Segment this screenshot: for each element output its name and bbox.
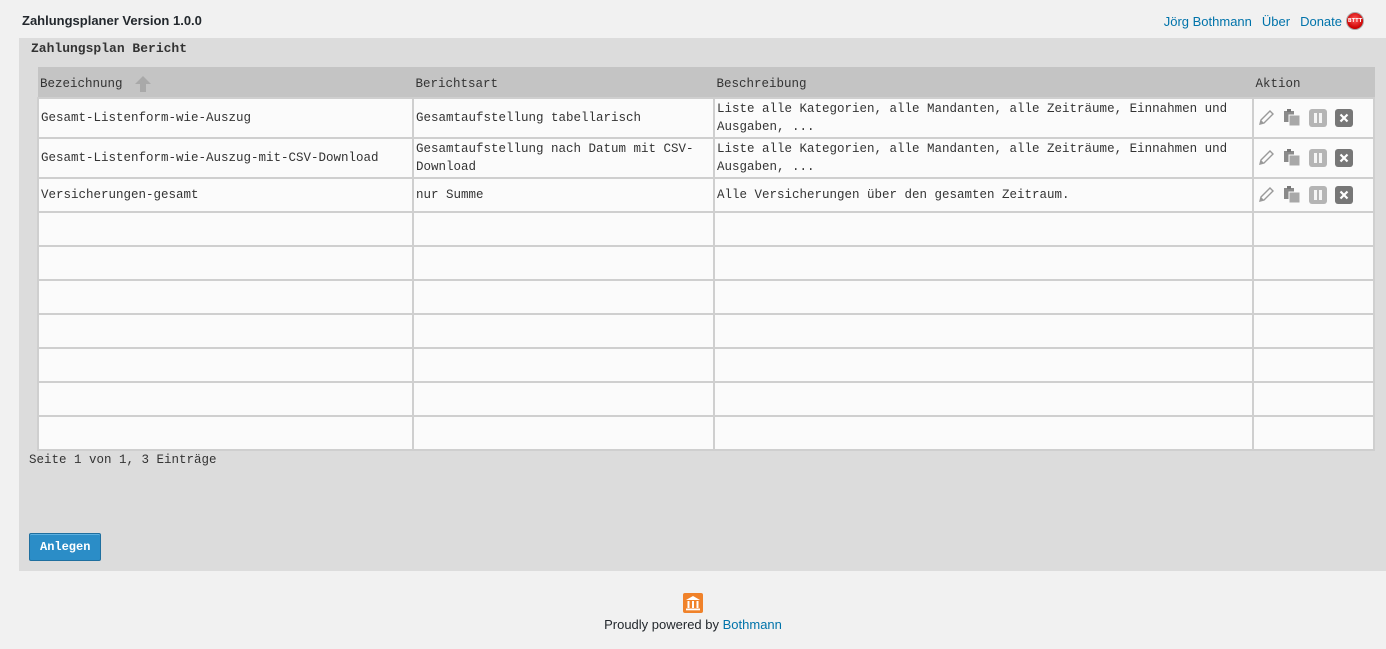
cell-actions bbox=[1252, 137, 1375, 179]
column-header-label: Berichtsart bbox=[415, 77, 499, 91]
pause-icon[interactable] bbox=[1308, 148, 1328, 168]
cell-type: Gesamtaufstellung nach Datum mit CSV-Dow… bbox=[412, 137, 715, 179]
cell-name: Versicherungen-gesamt bbox=[37, 177, 414, 213]
empty-row bbox=[37, 211, 1375, 247]
table-row[interactable]: Versicherungen-gesamt nur Summe Alle Ver… bbox=[37, 177, 1375, 213]
column-header-label: Bezeichnung bbox=[40, 77, 123, 91]
copy-icon[interactable] bbox=[1282, 148, 1302, 168]
author-link[interactable]: Jörg Bothmann bbox=[1164, 14, 1252, 29]
copy-icon[interactable] bbox=[1282, 185, 1302, 205]
pencil-icon[interactable] bbox=[1256, 185, 1276, 205]
table-row[interactable]: Gesamt-Listenform-wie-Auszug-mit-CSV-Dow… bbox=[37, 137, 1375, 179]
empty-row bbox=[37, 347, 1375, 383]
column-header-action: Aktion bbox=[1253, 67, 1375, 98]
close-icon[interactable] bbox=[1334, 148, 1354, 168]
column-header-label: Aktion bbox=[1255, 77, 1301, 91]
table-row[interactable]: Gesamt-Listenform-wie-Auszug Gesamtaufst… bbox=[37, 97, 1375, 139]
column-header-description[interactable]: Beschreibung bbox=[714, 67, 1254, 98]
donate-badge-text: BTTT bbox=[1347, 18, 1363, 24]
top-bar: Zahlungsplaner Version 1.0.0 Jörg Bothma… bbox=[0, 0, 1386, 38]
cell-description: Liste alle Kategorien, alle Mandanten, a… bbox=[713, 137, 1254, 179]
close-icon[interactable] bbox=[1334, 108, 1354, 128]
action-group bbox=[1256, 108, 1371, 128]
donate-badge-icon[interactable]: BTTT bbox=[1346, 12, 1364, 30]
action-group bbox=[1256, 148, 1371, 168]
column-header-type[interactable]: Berichtsart bbox=[413, 67, 715, 98]
donate-link[interactable]: Donate bbox=[1300, 14, 1342, 29]
close-icon[interactable] bbox=[1334, 185, 1354, 205]
empty-row bbox=[37, 245, 1375, 281]
cell-actions bbox=[1252, 97, 1375, 139]
pause-icon[interactable] bbox=[1308, 108, 1328, 128]
top-links: Jörg Bothmann Über Donate BTTT bbox=[1164, 12, 1364, 30]
copy-icon[interactable] bbox=[1282, 108, 1302, 128]
cell-description: Alle Versicherungen über den gesamten Ze… bbox=[713, 177, 1254, 213]
app-title: Zahlungsplaner Version 1.0.0 bbox=[22, 13, 202, 28]
about-link[interactable]: Über bbox=[1262, 14, 1290, 29]
column-header-name[interactable]: Bezeichnung bbox=[38, 67, 414, 98]
arrow-up-icon[interactable] bbox=[134, 75, 152, 93]
pager-info: Seite 1 von 1, 3 Einträge bbox=[29, 453, 217, 467]
cell-actions bbox=[1252, 177, 1375, 213]
report-panel: Zahlungsplan Bericht Bezeichnung Bericht… bbox=[19, 38, 1386, 571]
create-button[interactable]: Anlegen bbox=[29, 533, 102, 561]
footer: Proudly powered by Bothmann bbox=[0, 593, 1386, 632]
pencil-icon[interactable] bbox=[1256, 148, 1276, 168]
footer-link[interactable]: Bothmann bbox=[723, 617, 782, 632]
empty-row bbox=[37, 279, 1375, 315]
cell-type: nur Summe bbox=[412, 177, 715, 213]
footer-text: Proudly powered by bbox=[604, 617, 719, 632]
pause-icon[interactable] bbox=[1308, 185, 1328, 205]
cell-name: Gesamt-Listenform-wie-Auszug bbox=[37, 97, 414, 139]
cell-name: Gesamt-Listenform-wie-Auszug-mit-CSV-Dow… bbox=[37, 137, 414, 179]
cell-type: Gesamtaufstellung tabellarisch bbox=[412, 97, 715, 139]
action-group bbox=[1256, 185, 1371, 205]
bank-icon bbox=[683, 593, 703, 613]
table-header-row: Bezeichnung Berichtsart Beschreibung Akt… bbox=[38, 67, 1375, 98]
empty-row bbox=[37, 313, 1375, 349]
report-table: Bezeichnung Berichtsart Beschreibung Akt… bbox=[37, 67, 1375, 451]
pencil-icon[interactable] bbox=[1256, 108, 1276, 128]
column-header-label: Beschreibung bbox=[716, 77, 807, 91]
cell-description: Liste alle Kategorien, alle Mandanten, a… bbox=[713, 97, 1254, 139]
panel-title: Zahlungsplan Bericht bbox=[31, 41, 188, 56]
empty-row bbox=[37, 381, 1375, 417]
empty-row bbox=[37, 415, 1375, 451]
